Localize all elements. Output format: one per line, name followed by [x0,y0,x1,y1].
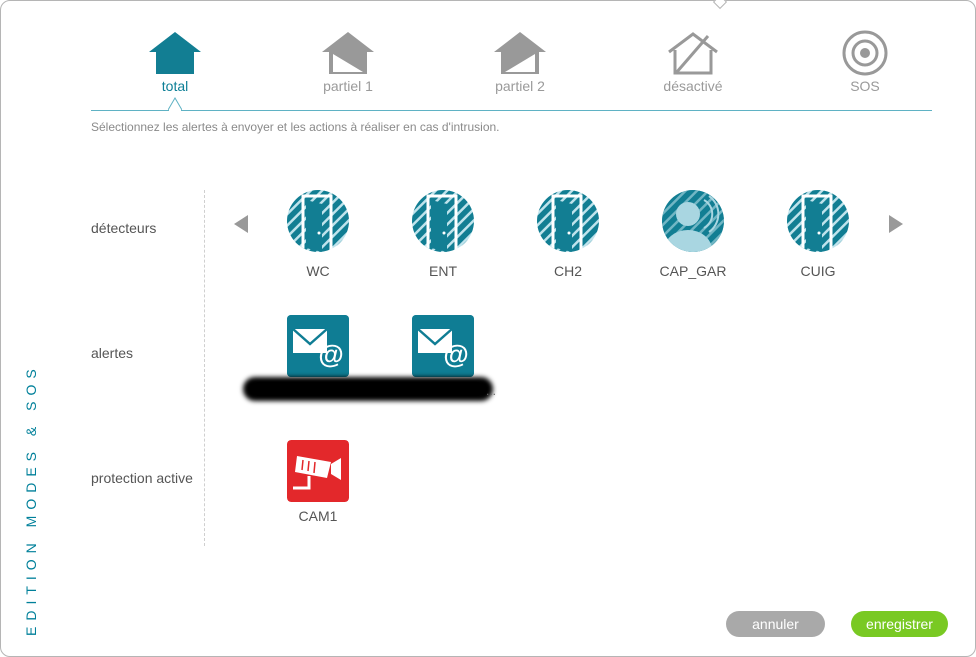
house-filled-icon [149,32,201,74]
email-icon: @ [412,315,474,377]
tab-underline [91,110,932,111]
detector-label: WC [306,263,330,279]
detector-wc[interactable]: WC [263,190,373,279]
tab-partiel-1[interactable]: partiel 1 [288,28,408,94]
protection-cam1[interactable]: CAM1 [263,440,373,524]
tab-sos[interactable]: SOS [805,28,925,94]
top-notch [712,0,728,10]
detector-cuig[interactable]: CUIG [763,190,873,279]
row-label-protection: protection active [91,470,193,486]
redacted-email-addresses [243,377,493,401]
alert-email-2[interactable]: @ [388,315,498,377]
alert-label-ellipsis: ... [486,384,497,398]
tab-total-label: total [161,78,189,94]
camera-icon [287,440,349,502]
tab-partiel-1-label: partiel 1 [323,78,373,94]
save-button[interactable]: enregistrer [851,611,948,637]
row-label-detectors: détecteurs [91,220,157,236]
column-divider [204,190,205,546]
email-icon: @ [287,315,349,377]
tab-desactive-label: désactivé [663,78,723,94]
target-icon [842,30,888,76]
tab-total[interactable]: total [115,28,235,94]
door-sensor-icon [287,190,349,252]
detector-label: CH2 [553,263,582,279]
alert-email-1[interactable]: @ [263,315,373,377]
detector-label: CUIG [800,263,836,279]
tab-desactive[interactable]: désactivé [633,28,753,94]
carousel-next-arrow-icon[interactable] [888,214,904,234]
detector-ent[interactable]: ENT [388,190,498,279]
house-partial-icon [494,32,546,74]
door-sensor-icon [537,190,599,252]
svg-text:@: @ [318,339,343,369]
detector-label: CAP_GAR [659,263,727,279]
svg-text:@: @ [443,339,468,369]
door-sensor-icon [412,190,474,252]
cancel-button[interactable]: annuler [726,611,825,637]
detector-ch2[interactable]: CH2 [513,190,623,279]
carousel-prev-arrow-icon[interactable] [233,214,249,234]
tab-partiel-2-label: partiel 2 [495,78,545,94]
tab-partiel-2[interactable]: partiel 2 [460,28,580,94]
detector-cap-gar[interactable]: CAP_GAR [638,190,748,279]
active-tab-pointer [168,97,182,111]
side-title: EDITION MODES & SOS [23,363,39,636]
row-label-alerts: alertes [91,345,134,361]
detector-label: ENT [429,263,457,279]
tab-sos-label: SOS [850,78,880,94]
house-partial-icon [322,32,374,74]
house-outline-icon [668,32,718,75]
door-sensor-icon [787,190,849,252]
protection-label: CAM1 [298,508,338,524]
motion-sensor-icon [662,190,724,252]
instruction-text: Sélectionnez les alertes à envoyer et le… [91,120,500,134]
